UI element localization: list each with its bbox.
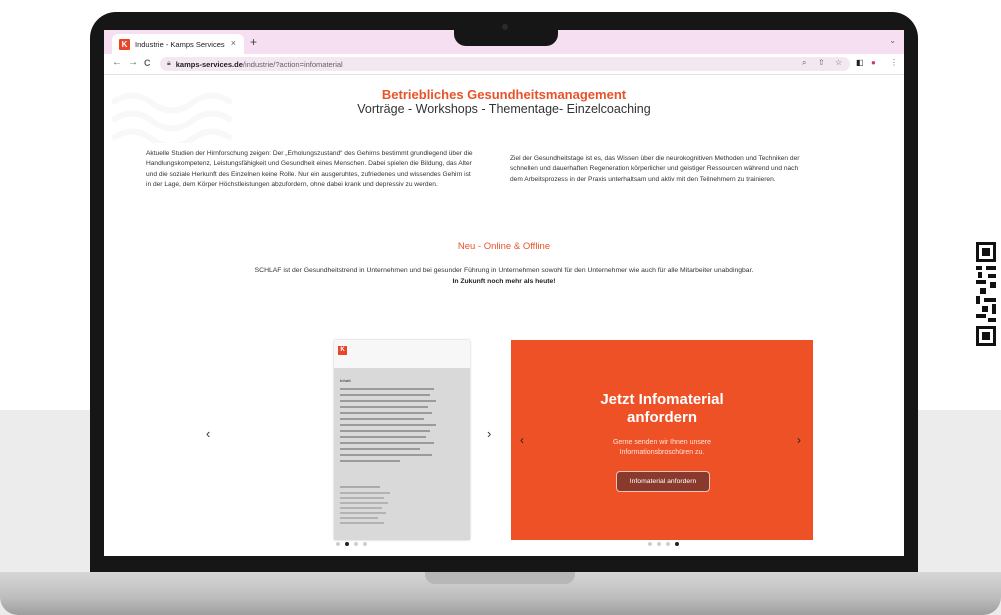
favicon-icon: K (119, 38, 130, 50)
promo-title-line1: Jetzt Infomaterial (600, 391, 724, 408)
carousel-dot-active[interactable] (675, 542, 679, 546)
promo-text: Gerne senden wir Ihnen unsere Informatio… (511, 438, 813, 458)
menu-icon[interactable]: ⋮ (890, 58, 898, 67)
brochure-line (340, 400, 436, 402)
tab-search-icon[interactable]: ⌄ (889, 36, 896, 45)
brochure-line (340, 394, 430, 396)
brochure-line (340, 388, 434, 390)
brochure-heading: Inhalt (340, 378, 351, 383)
close-icon[interactable]: × (231, 38, 236, 48)
carousel-dot-active[interactable] (345, 542, 349, 546)
url-path: /industrie/?action=infomaterial (242, 59, 343, 69)
schlaf-text: SCHLAF ist der Gesundheitstrend in Unter… (254, 267, 754, 274)
brochure-line (340, 486, 380, 488)
text-column-right: Ziel der Gesundheitstage ist es, das Wis… (510, 155, 800, 183)
brochure-line (340, 522, 384, 524)
brochure-line (340, 442, 434, 444)
carousel-dot[interactable] (666, 542, 670, 546)
reload-icon[interactable]: C (144, 58, 151, 68)
brochure-line (340, 454, 432, 456)
brochure-line (340, 502, 388, 504)
back-icon[interactable]: ← (112, 57, 122, 68)
laptop-hinge-notch (425, 572, 575, 584)
brochure-line (340, 460, 400, 462)
promo-title-line2: anfordern (626, 409, 697, 426)
promo-text-line2: Informationsbroschüren zu. (619, 449, 705, 456)
brochure-line (340, 507, 382, 509)
infomaterial-promo-card: ‹ › Jetzt Infomaterial anfordern Gerne s… (511, 340, 813, 540)
carousel-dot[interactable] (354, 542, 358, 546)
promo-text-line1: Gerne senden wir Ihnen unsere (612, 439, 712, 446)
url-host: kamps-services.de (175, 59, 243, 69)
camera-notch (454, 12, 558, 46)
brochure-line (340, 436, 426, 438)
carousel-dots-right (648, 542, 679, 546)
text-column-left: Aktuelle Studien der Hirnforschung zeige… (146, 150, 473, 189)
page-title: Betriebliches Gesundheitsmanagement (381, 87, 627, 102)
carousel-dots-left (336, 542, 367, 546)
brochure-line (340, 412, 432, 414)
carousel-dot[interactable] (363, 542, 367, 546)
forward-icon[interactable]: → (128, 57, 138, 68)
side-panel-icon[interactable]: ◧ (856, 58, 864, 67)
profile-avatar-icon[interactable]: ● (871, 58, 876, 67)
share-icon[interactable]: ⇧ (818, 58, 825, 67)
lock-icon: 🔒︎ (167, 60, 171, 67)
carousel-prev-button[interactable]: ‹ (206, 426, 210, 441)
brochure-line (340, 448, 420, 450)
camera-dot (502, 24, 508, 30)
brochure-line (340, 406, 428, 408)
carousel-next-button[interactable]: › (487, 426, 491, 441)
brochure-line (340, 512, 386, 514)
brochure-line (340, 418, 424, 420)
carousel-dot[interactable] (336, 542, 340, 546)
brochure-line (340, 424, 436, 426)
bookmark-star-icon[interactable]: ☆ (835, 58, 842, 67)
brochure-preview[interactable]: K Inhalt (334, 340, 470, 540)
schlaf-bold-text: In Zukunft noch mehr als heute! (452, 278, 556, 285)
brochure-line (340, 497, 384, 499)
zoom-icon[interactable]: ⌕ (802, 58, 806, 68)
address-bar[interactable]: 🔒︎ kamps-services.de/industrie/?action=i… (160, 57, 850, 71)
web-page: Betriebliches Gesundheitsmanagement Vort… (104, 75, 904, 556)
brochure-line (340, 492, 390, 494)
tab-title: Industrie - Kamps Services (135, 39, 225, 49)
infomaterial-request-button[interactable]: Infomaterial anfordern (616, 471, 710, 492)
new-tab-button[interactable]: + (250, 35, 257, 49)
brochure-line (340, 517, 378, 519)
laptop-screen: K Industrie - Kamps Services × + ⌄ ← → C… (104, 30, 904, 556)
browser-toolbar: ← → C 🔒︎ kamps-services.de/industrie/?ac… (104, 54, 904, 75)
section-heading-neu: Neu - Online & Offline (457, 241, 551, 252)
qr-code-icon (974, 240, 1000, 348)
brochure-logo: K (338, 346, 347, 355)
carousel-dot[interactable] (648, 542, 652, 546)
carousel-dot[interactable] (657, 542, 661, 546)
browser-tab[interactable]: K Industrie - Kamps Services × (112, 34, 244, 54)
brochure-line (340, 430, 430, 432)
page-subtitle: Vorträge - Workshops - Thementage- Einze… (357, 102, 651, 116)
promo-title: Jetzt Infomaterial anfordern (511, 391, 813, 427)
brochure-header: K (334, 340, 470, 368)
